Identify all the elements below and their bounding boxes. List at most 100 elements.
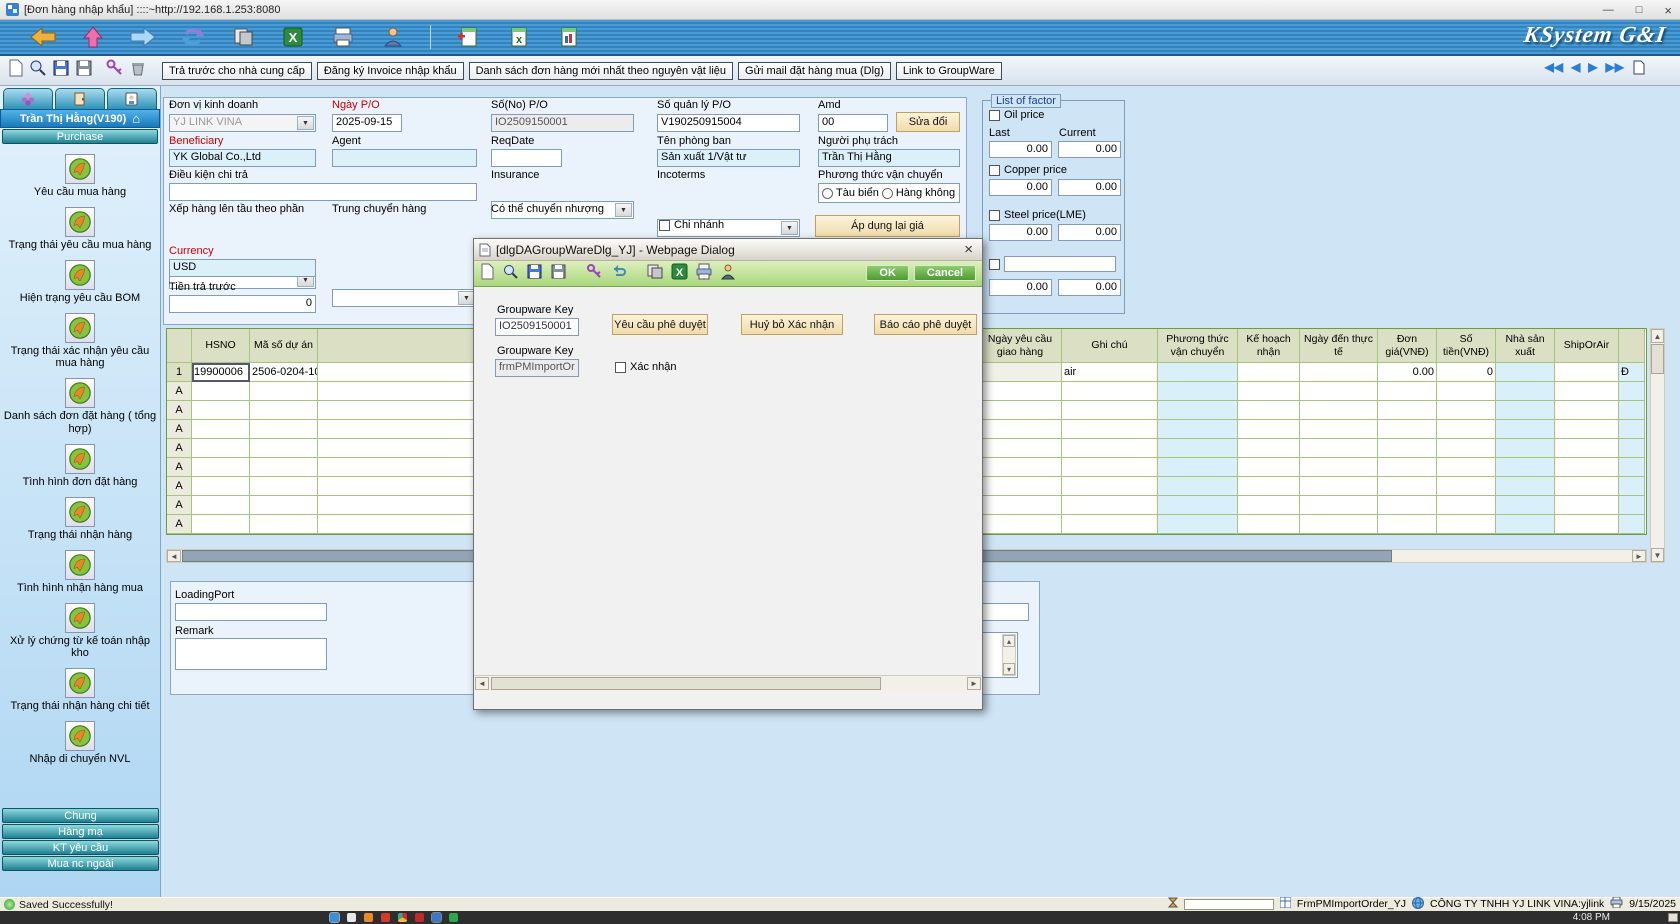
po-no-input[interactable]: IO2509150001 xyxy=(491,114,634,132)
steel-last-input[interactable]: 0.00 xyxy=(989,224,1052,241)
amd-input[interactable]: 00 xyxy=(818,114,888,132)
sheet-excel-icon[interactable]: x xyxy=(505,25,531,49)
scroll-left-icon[interactable]: ◄ xyxy=(475,677,489,690)
transport-cell[interactable] xyxy=(1158,382,1238,401)
req-delivery-cell[interactable] xyxy=(979,496,1062,515)
custom-current-input[interactable]: 0.00 xyxy=(1058,279,1121,296)
shiporair-cell[interactable] xyxy=(1555,382,1619,401)
custom-factor-name-input[interactable] xyxy=(1004,256,1116,272)
key-icon[interactable] xyxy=(586,263,603,285)
amount-cell[interactable] xyxy=(1437,458,1496,477)
branch-checkbox[interactable] xyxy=(659,220,670,231)
beneficiary-input[interactable]: YK Global Co.,Ltd xyxy=(169,149,316,167)
steel-current-input[interactable]: 0.00 xyxy=(1058,224,1121,241)
hsno-cell[interactable] xyxy=(192,496,250,515)
rownum-cell[interactable]: A xyxy=(167,477,192,496)
advance-payment-input[interactable]: 0 xyxy=(169,295,316,313)
receipt-plan-cell[interactable] xyxy=(1238,420,1300,439)
oil-price-checkbox[interactable] xyxy=(989,110,1000,121)
up-icon[interactable] xyxy=(80,25,106,49)
actual-arrival-cell[interactable] xyxy=(1300,458,1378,477)
extra-cell[interactable] xyxy=(1619,439,1645,458)
req-delivery-cell[interactable] xyxy=(979,420,1062,439)
maximize-icon[interactable]: □ xyxy=(1636,4,1643,16)
note-cell[interactable] xyxy=(1062,382,1158,401)
receipt-plan-cell[interactable] xyxy=(1238,458,1300,477)
actual-arrival-cell[interactable] xyxy=(1300,363,1378,382)
user-icon[interactable] xyxy=(380,25,406,49)
footer-button-hang-ma[interactable]: Hàng mạ xyxy=(2,824,159,839)
project-cell[interactable] xyxy=(250,439,318,458)
actual-arrival-cell[interactable] xyxy=(1300,420,1378,439)
scroll-left-icon[interactable]: ◄ xyxy=(167,550,181,562)
refresh-icon[interactable] xyxy=(180,25,206,49)
transport-cell[interactable] xyxy=(1158,458,1238,477)
actual-arrival-cell[interactable] xyxy=(1300,477,1378,496)
hsno-cell[interactable] xyxy=(192,515,250,534)
save-icon[interactable] xyxy=(526,263,543,285)
po-mgmt-input[interactable]: V190250915004 xyxy=(657,114,800,132)
reqdate-input[interactable] xyxy=(491,149,562,167)
scroll-right-icon[interactable]: ► xyxy=(1632,550,1646,562)
rownum-cell[interactable]: A xyxy=(167,439,192,458)
unit-price-cell[interactable] xyxy=(1378,401,1437,420)
taskbar-app-icon[interactable] xyxy=(381,913,390,922)
first-record-icon[interactable]: ◀◀ xyxy=(1545,60,1563,78)
close-icon[interactable]: × xyxy=(1664,3,1672,18)
footer-button-chung[interactable]: Chung xyxy=(2,808,159,823)
forward-icon[interactable] xyxy=(130,25,156,49)
agent-input[interactable] xyxy=(332,149,477,167)
save-as-icon[interactable] xyxy=(550,263,567,285)
sea-radio[interactable] xyxy=(822,188,833,199)
unit-price-cell[interactable] xyxy=(1378,458,1437,477)
home-icon[interactable]: ⌂ xyxy=(132,111,140,126)
shiporair-cell[interactable] xyxy=(1555,477,1619,496)
receipt-plan-cell[interactable] xyxy=(1238,477,1300,496)
oil-current-input[interactable]: 0.00 xyxy=(1058,141,1121,158)
unit-price-cell[interactable] xyxy=(1378,439,1437,458)
amount-cell[interactable] xyxy=(1437,401,1496,420)
back-icon[interactable] xyxy=(30,25,56,49)
latest-orders-button[interactable]: Danh sách đơn hàng mới nhất theo nguyên … xyxy=(469,62,733,80)
reprice-button[interactable]: Áp dụng lại giá xyxy=(815,215,960,237)
prev-record-icon[interactable]: ◀ xyxy=(1571,60,1580,78)
receipt-plan-cell[interactable] xyxy=(1238,363,1300,382)
user-help-icon[interactable] xyxy=(720,263,737,285)
dialog-horizontal-scrollbar[interactable]: ◄ ► xyxy=(474,675,982,691)
transshipment-select[interactable] xyxy=(332,289,477,307)
manufacturer-cell[interactable] xyxy=(1496,496,1555,515)
manufacturer-cell[interactable] xyxy=(1496,458,1555,477)
manufacturer-cell[interactable] xyxy=(1496,439,1555,458)
unit-price-cell[interactable] xyxy=(1378,382,1437,401)
extra-cell[interactable] xyxy=(1619,382,1645,401)
manufacturer-cell[interactable] xyxy=(1496,382,1555,401)
shiporair-cell[interactable] xyxy=(1555,458,1619,477)
footer-button-kt-yeu-cau[interactable]: KT yêu cầu xyxy=(2,840,159,855)
transport-cell[interactable] xyxy=(1158,420,1238,439)
receipt-plan-cell[interactable] xyxy=(1238,382,1300,401)
sidebar-item-xac-nhan-yeu-cau[interactable]: Trạng thái xác nhận yêu cầu mua hàng xyxy=(1,313,159,369)
rownum-cell[interactable]: A xyxy=(167,382,192,401)
edit-button[interactable]: Sửa đổi xyxy=(896,112,960,132)
sheet-report-icon[interactable] xyxy=(555,25,581,49)
actual-arrival-cell[interactable] xyxy=(1300,496,1378,515)
page-icon[interactable] xyxy=(1632,60,1646,78)
project-cell[interactable] xyxy=(250,477,318,496)
copy-icon[interactable] xyxy=(230,25,256,49)
scroll-up-icon[interactable]: ▴ xyxy=(1003,635,1015,647)
rownum-cell[interactable]: A xyxy=(167,420,192,439)
prepay-supplier-button[interactable]: Trả trước cho nhà cung cấp xyxy=(162,62,312,80)
po-date-input[interactable]: 2025-09-15 xyxy=(332,114,402,132)
packing-scrollbar[interactable]: ▴ ▾ xyxy=(1002,634,1016,676)
groupware-key2-input[interactable]: frmPMImportOr xyxy=(495,359,579,377)
extra-cell[interactable] xyxy=(1619,401,1645,420)
unit-price-cell[interactable] xyxy=(1378,477,1437,496)
save-as-icon[interactable] xyxy=(75,59,93,82)
transport-cell[interactable] xyxy=(1158,477,1238,496)
project-cell[interactable] xyxy=(250,420,318,439)
save-icon[interactable] xyxy=(52,59,70,82)
manufacturer-cell[interactable] xyxy=(1496,420,1555,439)
amount-cell[interactable] xyxy=(1437,515,1496,534)
unit-price-cell[interactable]: 0.00 xyxy=(1378,363,1437,382)
transport-cell[interactable] xyxy=(1158,439,1238,458)
